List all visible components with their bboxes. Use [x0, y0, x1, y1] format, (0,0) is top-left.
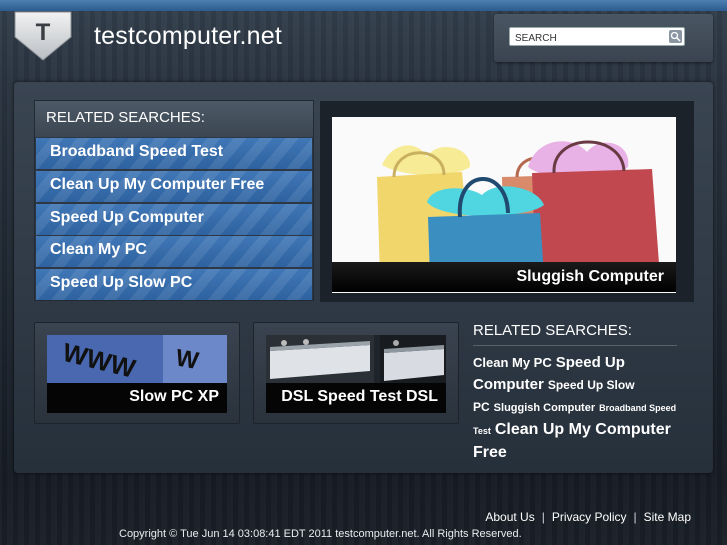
modem-image[interactable] [266, 335, 446, 383]
top-accent-bar [0, 0, 727, 11]
divider [473, 345, 677, 346]
related-searches-cloud: RELATED SEARCHES: Clean My PC Speed Up Co… [473, 322, 681, 464]
footer-separator: | [541, 510, 545, 524]
related-link-label: Speed Up Slow PC [50, 274, 193, 291]
thumbnail-caption: DSL Speed Test DSL [281, 388, 438, 405]
thumbnail-caption-bar: Slow PC XP [47, 383, 227, 413]
related-link[interactable]: Speed Up Slow PC [36, 269, 312, 300]
search-icon [670, 31, 681, 42]
search-box [509, 27, 685, 47]
site-map-link[interactable]: Site Map [644, 510, 691, 524]
search-input[interactable] [510, 30, 660, 47]
related-link-label: Clean Up My Computer Free [50, 176, 265, 193]
modem-illustration [266, 335, 446, 383]
related-link[interactable]: Broadband Speed Test [36, 138, 312, 169]
related-link[interactable]: Clean My PC [36, 236, 312, 267]
related-searches-header: RELATED SEARCHES: [35, 101, 313, 137]
related-link-label: Broadband Speed Test [50, 143, 224, 160]
thumbnail-caption: Slow PC XP [129, 388, 219, 405]
featured-caption[interactable]: Sluggish Computer [516, 268, 664, 286]
thumbnail-card[interactable]: WWW W Slow PC XP [34, 322, 240, 424]
tag-link[interactable]: Clean Up My Computer Free [473, 421, 671, 461]
thumbnail-card[interactable]: DSL Speed Test DSL [253, 322, 459, 424]
logo-letter: T [36, 19, 51, 46]
about-us-link[interactable]: About Us [485, 510, 534, 524]
search-button[interactable] [669, 30, 682, 43]
footer-separator: | [633, 510, 637, 524]
thumbnail-caption-bar: DSL Speed Test DSL [266, 383, 446, 413]
logo-icon[interactable]: T [14, 11, 72, 61]
related-searches-heading: RELATED SEARCHES: [46, 109, 205, 126]
related-link-label: Speed Up Computer [50, 209, 204, 226]
www-image[interactable]: WWW W [47, 335, 227, 383]
related-link-label: Clean My PC [50, 241, 147, 258]
privacy-policy-link[interactable]: Privacy Policy [552, 510, 627, 524]
related-searches-cloud-heading: RELATED SEARCHES: [473, 322, 632, 339]
footer-nav: About Us | Privacy Policy | Site Map [485, 510, 691, 524]
tag-link[interactable]: Sluggish Computer [494, 402, 595, 414]
site-title[interactable]: testcomputer.net [94, 22, 282, 51]
copyright-text: Copyright © Tue Jun 14 03:08:41 EDT 2011… [119, 528, 522, 540]
tag-link[interactable]: Clean My PC [473, 355, 552, 370]
related-link[interactable]: Speed Up Computer [36, 204, 312, 235]
related-searches-box: RELATED SEARCHES: Broadband Speed Test C… [34, 100, 314, 301]
tag-cloud: Clean My PC Speed Up Computer Speed Up Slo… [473, 352, 681, 464]
www-illustration: WWW W [47, 335, 227, 383]
featured-caption-bar: Sluggish Computer [332, 262, 676, 292]
related-link[interactable]: Clean Up My Computer Free [36, 171, 312, 202]
search-panel [494, 14, 713, 62]
